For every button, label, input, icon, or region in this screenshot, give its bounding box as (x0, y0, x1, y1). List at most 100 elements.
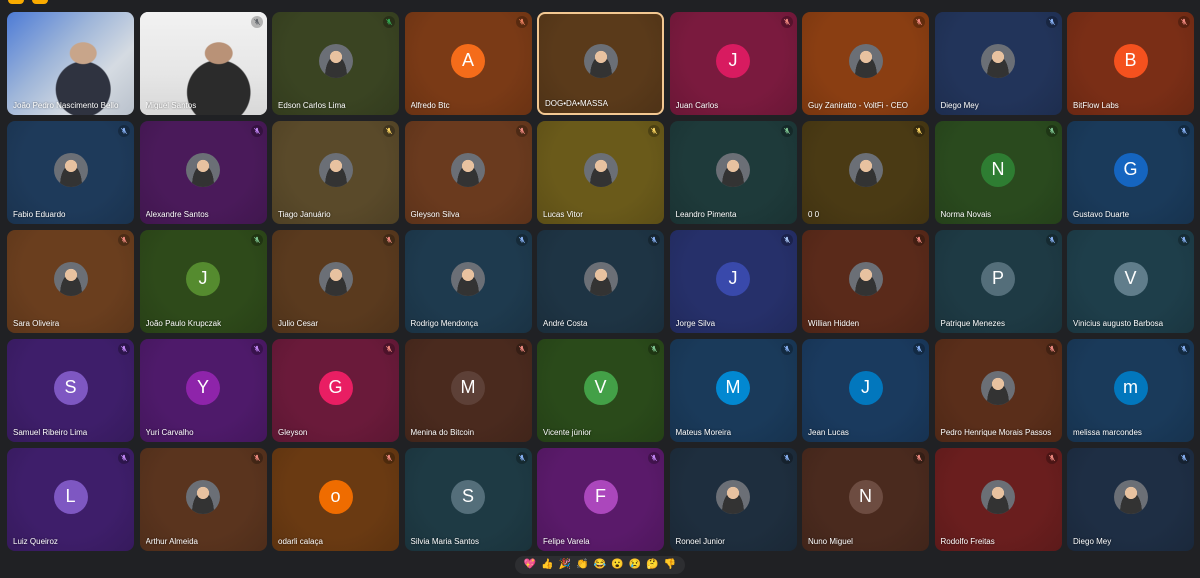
participant-tile[interactable]: M Mateus Moreira (669, 339, 797, 442)
participant-tile[interactable]: Rodrigo Mendonça (404, 230, 532, 333)
participant-name: João Pedro Nascimento Bello (13, 101, 119, 110)
mic-muted-icon (383, 16, 395, 28)
party-popper-reaction[interactable]: 🎉 (559, 559, 571, 571)
participant-tile[interactable]: Ronoel Junior (669, 448, 797, 551)
participant-tile[interactable]: P Patrique Menezes (934, 230, 1062, 333)
photo-avatar (583, 43, 618, 78)
participant-name: Diego Mey (1073, 537, 1112, 546)
profile-photo-icon (848, 43, 883, 78)
participant-name: Willian Hidden (808, 319, 860, 328)
crying-reaction[interactable]: 😢 (629, 559, 641, 571)
participant-tile[interactable]: André Costa (537, 230, 664, 333)
participant-tile[interactable]: Guy Zaniratto - VoltFi - CEO (802, 12, 929, 115)
participant-tile[interactable]: Y Yuri Carvalho (139, 339, 267, 442)
profile-photo-icon (1113, 479, 1148, 514)
participant-tile[interactable]: Diego Mey (934, 12, 1062, 115)
participant-tile[interactable]: B BitFlow Labs (1067, 12, 1194, 115)
participant-tile[interactable]: Rodolfo Freitas (934, 448, 1062, 551)
letter-avatar: N (848, 479, 883, 514)
profile-photo-icon (981, 479, 1015, 514)
participant-tile[interactable]: N Nuno Miguel (802, 448, 929, 551)
photo-avatar (981, 370, 1015, 405)
participant-tile[interactable]: J João Paulo Krupczak (139, 230, 267, 333)
participant-tile[interactable]: Alexandre Santos (139, 121, 267, 224)
participant-tile[interactable]: N Norma Novais (934, 121, 1062, 224)
participant-tile[interactable]: DOG•DA•MASSA (537, 12, 664, 115)
thumbs-down-reaction[interactable]: 👎 (664, 559, 676, 571)
sparkling-heart-reaction[interactable]: 💖 (524, 559, 536, 571)
profile-photo-icon (318, 261, 353, 296)
participant-tile[interactable]: G Gustavo Duarte (1067, 121, 1194, 224)
participant-tile[interactable]: m melissa marcondes (1067, 339, 1194, 442)
participant-tile[interactable]: Edson Carlos Lima (272, 12, 399, 115)
mic-muted-icon (118, 125, 130, 137)
participant-tile[interactable]: F Felipe Varela (537, 448, 664, 551)
participant-tile[interactable]: João Pedro Nascimento Bello (7, 12, 134, 115)
mic-muted-icon (913, 343, 925, 355)
participant-tile[interactable]: Miguel Santos (139, 12, 267, 115)
participant-tile[interactable]: J Juan Carlos (669, 12, 797, 115)
letter-avatar: G (318, 370, 353, 405)
participant-tile[interactable]: Willian Hidden (802, 230, 929, 333)
participant-name: Sara Oliveira (13, 319, 60, 328)
thinking-reaction[interactable]: 🤔 (646, 559, 658, 571)
reaction-bar: 💖 👍 🎉 👏 😂 😮 😢 🤔 👎 (515, 556, 685, 574)
surprised-reaction[interactable]: 😮 (611, 559, 623, 571)
participant-tile[interactable]: S Samuel Ribeiro Lima (7, 339, 134, 442)
participant-tile[interactable]: o odarli calaça (272, 448, 399, 551)
participant-tile[interactable]: Tiago Januário (272, 121, 399, 224)
mic-muted-icon (1045, 452, 1058, 464)
clapping-hands-reaction[interactable]: 👏 (576, 559, 588, 571)
participant-name: Diego Mey (940, 101, 979, 110)
participant-name: Miguel Santos (145, 101, 197, 110)
participant-name: Luiz Queiroz (13, 537, 58, 546)
participant-tile[interactable]: Diego Mey (1067, 448, 1194, 551)
participant-name: Lucas Vitor (543, 210, 583, 219)
profile-photo-icon (848, 261, 883, 296)
letter-avatar: S (53, 370, 88, 405)
participant-tile[interactable]: Gleyson Silva (404, 121, 532, 224)
participant-tile[interactable]: J Jean Lucas (802, 339, 929, 442)
letter-avatar: M (716, 370, 750, 405)
top-left-chip-2[interactable] (32, 0, 48, 4)
profile-photo-icon (53, 152, 88, 187)
participant-grid: João Pedro Nascimento Bello Miguel Santos… (7, 12, 1195, 551)
participant-tile[interactable]: Arthur Almeida (139, 448, 267, 551)
participant-name: Alfredo Btc (410, 101, 450, 110)
participant-name: melissa marcondes (1073, 428, 1142, 437)
top-left-chip[interactable] (8, 0, 24, 4)
participant-tile[interactable]: A Alfredo Btc (404, 12, 532, 115)
participant-tile[interactable]: Lucas Vitor (537, 121, 664, 224)
participant-name: Julio Cesar (278, 319, 319, 328)
participant-tile[interactable]: 0 0 (802, 121, 929, 224)
participant-tile[interactable]: Leandro Pimenta (669, 121, 797, 224)
participant-tile[interactable]: V Vinicius augusto Barbosa (1067, 230, 1194, 333)
participant-name: Tiago Januário (278, 210, 331, 219)
letter-avatar: L (53, 479, 88, 514)
mic-muted-icon (1045, 234, 1058, 246)
profile-photo-icon (583, 43, 618, 78)
photo-avatar (53, 261, 88, 296)
participant-tile[interactable]: L Luiz Queiroz (7, 448, 134, 551)
mic-muted-icon (780, 125, 793, 137)
letter-avatar: o (318, 479, 353, 514)
mic-muted-icon (250, 16, 263, 28)
participant-tile[interactable]: Sara Oliveira (7, 230, 134, 333)
mic-muted-icon (383, 234, 395, 246)
participant-tile[interactable]: Fabio Eduardo (7, 121, 134, 224)
participant-tile[interactable]: V Vicente júnior (537, 339, 664, 442)
joy-reaction[interactable]: 😂 (594, 559, 606, 571)
participant-tile[interactable]: M Menina do Bitcoin (404, 339, 532, 442)
participant-tile[interactable]: Julio Cesar (272, 230, 399, 333)
participant-tile[interactable]: J Jorge Silva (669, 230, 797, 333)
mic-muted-icon (648, 125, 660, 137)
thumbs-up-reaction[interactable]: 👍 (541, 559, 553, 571)
participant-tile[interactable]: G Gleyson (272, 339, 399, 442)
letter-avatar: M (451, 370, 485, 405)
participant-tile[interactable]: S Silvia Maria Santos (404, 448, 532, 551)
letter-avatar: S (451, 479, 485, 514)
photo-avatar (451, 152, 485, 187)
profile-photo-icon (848, 152, 883, 187)
participant-tile[interactable]: Pedro Henrique Morais Passos (934, 339, 1062, 442)
participant-name: Patrique Menezes (940, 319, 1005, 328)
